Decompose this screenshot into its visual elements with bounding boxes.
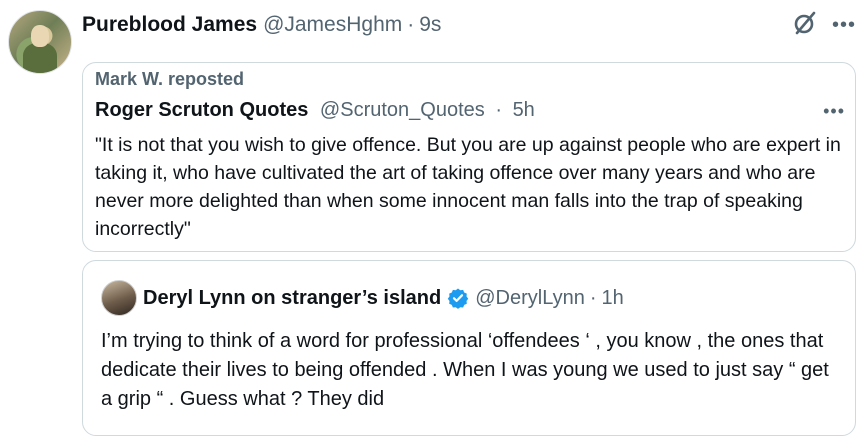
quoted-repost-header: Roger Scruton Quotes @Scruton_Quotes · 5… xyxy=(95,99,535,122)
author-avatar[interactable] xyxy=(8,10,72,74)
quoted-tweet-author-handle[interactable]: @DerylLynn xyxy=(475,287,585,310)
quoted-tweet-separator: · xyxy=(589,286,597,309)
quoted-tweet-card[interactable]: Deryl Lynn on stranger’s island @DerylLy… xyxy=(82,260,856,436)
post-timestamp[interactable]: 9s xyxy=(419,13,441,37)
avatar-figure-head xyxy=(31,25,49,47)
quoted-repost-text: "It is not that you wish to give offence… xyxy=(95,134,841,240)
verified-badge-icon xyxy=(447,287,469,309)
repost-label: Mark W. reposted xyxy=(95,69,245,89)
quoted-tweet-author-name[interactable]: Deryl Lynn on stranger’s island xyxy=(143,287,441,310)
post-header: Pureblood James @JamesHghm · 9s xyxy=(82,10,441,40)
quoted-tweet-avatar[interactable] xyxy=(101,280,137,316)
grok-icon[interactable] xyxy=(792,10,818,41)
quoted-timestamp[interactable]: 5h xyxy=(513,99,535,121)
quoted-repost-card[interactable]: Mark W. reposted Roger Scruton Quotes @S… xyxy=(82,62,856,252)
post-actions-top: ••• xyxy=(792,10,856,40)
quoted-author-name[interactable]: Roger Scruton Quotes xyxy=(95,99,308,121)
quoted-tweet-timestamp[interactable]: 1h xyxy=(602,287,624,310)
avatar-figure-body xyxy=(23,43,57,73)
more-icon[interactable]: ••• xyxy=(832,15,856,35)
author-name[interactable]: Pureblood James xyxy=(82,13,257,37)
more-icon[interactable]: ••• xyxy=(823,101,845,122)
quoted-tweet-text: I’m trying to think of a word for profes… xyxy=(101,330,829,410)
quoted-separator: · xyxy=(495,99,502,121)
author-handle[interactable]: @JamesHghm xyxy=(263,13,402,37)
header-separator: · xyxy=(407,13,415,36)
quoted-tweet-header: Deryl Lynn on stranger’s island @DerylLy… xyxy=(143,281,624,315)
quoted-author-handle[interactable]: @Scruton_Quotes xyxy=(320,99,485,121)
